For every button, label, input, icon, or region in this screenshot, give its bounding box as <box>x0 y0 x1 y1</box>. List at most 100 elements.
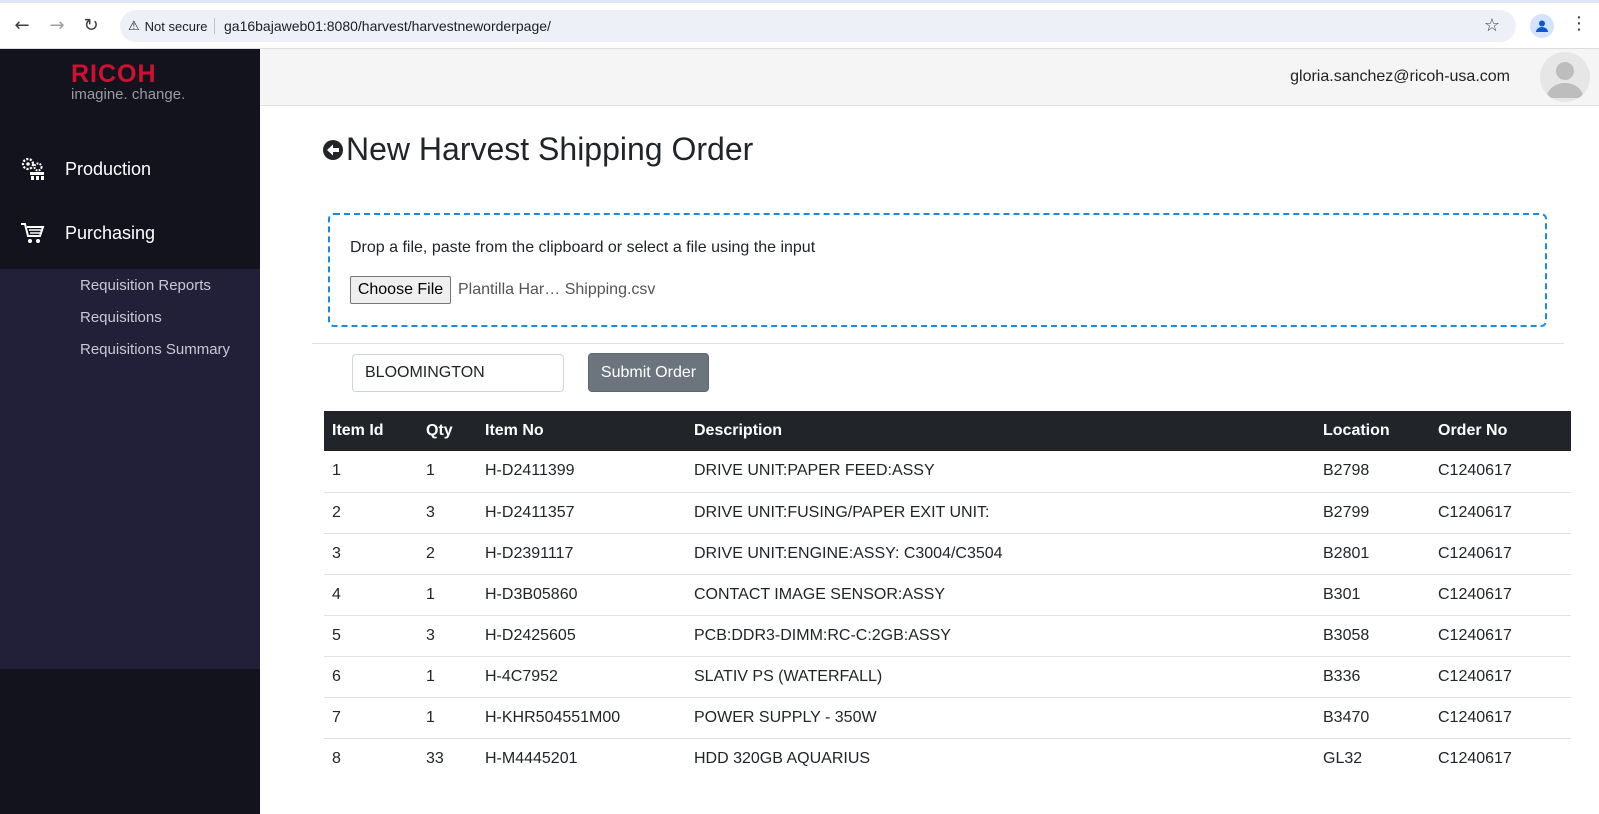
production-gears-icon <box>21 157 44 180</box>
tab-strip-edge <box>0 0 1599 3</box>
sidebar-item-label: Purchasing <box>65 222 156 243</box>
page-title-text: New Harvest Shipping Order <box>346 131 754 167</box>
cell-order-no: C1240617 <box>1430 492 1571 534</box>
cart-icon <box>21 223 45 243</box>
cell-location: GL32 <box>1323 749 1363 767</box>
warning-triangle-icon: ⚠ <box>128 18 140 34</box>
reload-icon[interactable]: ↻ <box>79 13 103 37</box>
cell-description: CONTACT IMAGE SENSOR:ASSY <box>686 574 1315 616</box>
cell-item-no: H-D2425605 <box>477 615 686 657</box>
cell-description: HDD 320GB AQUARIUS <box>694 749 871 767</box>
location-input[interactable] <box>352 354 564 392</box>
back-arrow-icon[interactable]: ← <box>10 13 34 37</box>
ricoh-logo[interactable]: RICOH imagine. change. <box>71 61 185 103</box>
url-text[interactable]: ga16bajaweb01:8080/harvest/harvestneword… <box>224 18 551 34</box>
address-separator <box>214 18 215 34</box>
browser-toolbar: ← → ↻ ⚠ Not secure ga16bajaweb01:8080/ha… <box>0 0 1599 49</box>
sidebar-item-production[interactable]: Production <box>0 137 260 201</box>
cell-location: B2799 <box>1315 492 1430 534</box>
orders-table: Item Id Qty Item No Description Location… <box>324 411 1571 779</box>
cell-item-id: 8 <box>332 749 341 767</box>
column-header-order-no[interactable]: Order No <box>1430 411 1571 451</box>
cell-description: PCB:DDR3-DIMM:RC-C:2GB:ASSY <box>686 615 1315 657</box>
purchasing-submenu: Requisition Reports Requisitions Requisi… <box>0 269 260 669</box>
table-row[interactable]: 3 2 H-D2391117 DRIVE UNIT:ENGINE:ASSY: C300… <box>324 533 1571 575</box>
cell-location: B336 <box>1315 656 1430 698</box>
cell-description: SLATIV PS (WATERFALL) <box>686 656 1315 698</box>
table-row[interactable]: 2 3 H-D2411357 DRIVE UNIT:FUSING/PAPER EXIT… <box>324 492 1571 534</box>
cell-qty: 1 <box>418 656 477 698</box>
cell-description: POWER SUPPLY - 350W <box>686 697 1315 739</box>
cell-description: DRIVE UNIT:PAPER FEED:ASSY <box>686 451 1315 493</box>
cell-item-no: H-D2391117 <box>477 533 686 575</box>
address-bar[interactable]: ⚠ Not secure ga16bajaweb01:8080/harvest/… <box>120 10 1516 42</box>
cell-description: DRIVE UNIT:ENGINE:ASSY: C3004/C3504 <box>686 533 1315 575</box>
column-header-item-no[interactable]: Item No <box>477 411 686 451</box>
cell-order-no: C1240617 <box>1430 451 1571 493</box>
cell-qty: 1 <box>418 697 477 739</box>
cell-order-no: C1240617 <box>1430 574 1571 616</box>
section-divider <box>312 343 1564 344</box>
page-title: New Harvest Shipping Order <box>322 131 753 168</box>
cell-order-no: C1240617 <box>1430 533 1571 575</box>
cell-order-no: C1240617 <box>1430 615 1571 657</box>
cell-qty: 3 <box>418 492 477 534</box>
column-header-item-id[interactable]: Item Id <box>324 411 418 451</box>
browser-menu-icon[interactable]: ⋮ <box>1570 13 1588 37</box>
table-body: 1 1 H-D2411399 DRIVE UNIT:PAPER FEED:ASSY B2… <box>324 451 1571 779</box>
cell-qty: 3 <box>418 615 477 657</box>
cell-qty: 33 <box>426 749 444 767</box>
column-header-qty[interactable]: Qty <box>418 411 477 451</box>
cell-item-no: H-4C7952 <box>477 656 686 698</box>
cell-qty: 1 <box>418 451 477 493</box>
top-header: gloria.sanchez@ricoh-usa.com <box>260 49 1599 106</box>
column-header-location[interactable]: Location <box>1315 411 1430 451</box>
table-row[interactable]: 5 3 H-D2425605 PCB:DDR3-DIMM:RC-C:2GB:ASSY B… <box>324 615 1571 657</box>
bookmark-star-icon[interactable]: ☆ <box>1484 15 1500 36</box>
cell-item-id: 1 <box>324 451 418 493</box>
submit-order-button[interactable]: Submit Order <box>588 353 709 392</box>
table-row[interactable]: 8 33 H-M4445201 HDD 320GB AQUARIUS GL32 C1240… <box>324 738 1571 779</box>
submenu-item-requisitions[interactable]: Requisitions <box>80 309 162 326</box>
sidebar-item-purchasing[interactable]: Purchasing <box>0 201 260 265</box>
cell-location: B3470 <box>1315 697 1430 739</box>
forward-arrow-icon[interactable]: → <box>45 13 69 37</box>
table-header-row: Item Id Qty Item No Description Location… <box>324 411 1571 451</box>
cell-item-id: 5 <box>324 615 418 657</box>
cell-item-id: 7 <box>324 697 418 739</box>
cell-location: B3058 <box>1315 615 1430 657</box>
avatar[interactable] <box>1540 52 1590 102</box>
table-row[interactable]: 4 1 H-D3B05860 CONTACT IMAGE SENSOR:ASSY B30… <box>324 574 1571 616</box>
cell-description: DRIVE UNIT:FUSING/PAPER EXIT UNIT: <box>686 492 1315 534</box>
cell-qty: 2 <box>418 533 477 575</box>
cell-item-no: H-D2411399 <box>477 451 686 493</box>
logo-wordmark: RICOH <box>71 60 157 88</box>
security-label: Not secure <box>144 18 208 34</box>
cell-item-no: H-M4445201 <box>485 749 578 767</box>
back-circle-arrow-icon[interactable] <box>322 139 344 161</box>
site-info-chip[interactable]: ⚠ Not secure <box>128 13 208 39</box>
submenu-item-requisition-reports[interactable]: Requisition Reports <box>80 277 211 294</box>
cell-location: B301 <box>1315 574 1430 616</box>
user-email: gloria.sanchez@ricoh-usa.com <box>1290 68 1510 85</box>
cell-qty: 1 <box>418 574 477 616</box>
cell-location: B2801 <box>1315 533 1430 575</box>
cell-item-id: 6 <box>324 656 418 698</box>
cell-order-no: C1240617 <box>1430 697 1571 739</box>
table-row[interactable]: 6 1 H-4C7952 SLATIV PS (WATERFALL) B336 C1240… <box>324 656 1571 698</box>
submenu-item-requisitions-summary[interactable]: Requisitions Summary <box>80 341 230 358</box>
cell-item-no: H-D2411357 <box>477 492 686 534</box>
browser-profile-icon[interactable] <box>1530 14 1554 38</box>
table-row[interactable]: 1 1 H-D2411399 DRIVE UNIT:PAPER FEED:ASSY B2… <box>324 451 1571 493</box>
column-header-description[interactable]: Description <box>686 411 1315 451</box>
logo-tagline: imagine. change. <box>71 86 186 103</box>
table-row[interactable]: 7 1 H-KHR504551M00 POWER SUPPLY - 350W B3470… <box>324 697 1571 739</box>
sidebar: RICOH imagine. change. Production Purcha… <box>0 49 260 814</box>
choose-file-button[interactable]: Choose File <box>350 276 451 304</box>
file-dropzone[interactable]: Drop a file, paste from the clipboard or… <box>328 213 1547 327</box>
sidebar-item-label: Production <box>65 158 152 179</box>
cell-item-id: 2 <box>324 492 418 534</box>
cell-item-no: H-D3B05860 <box>477 574 686 616</box>
cell-item-id: 3 <box>324 533 418 575</box>
cell-order-no: C1240617 <box>1430 656 1571 698</box>
